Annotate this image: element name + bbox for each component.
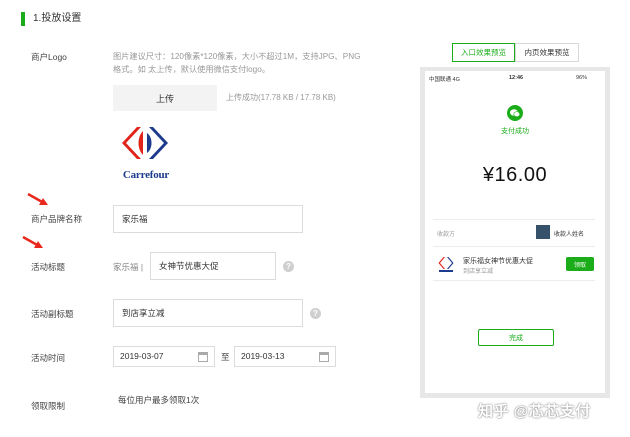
tab-inner-preview[interactable]: 内页效果预览 <box>515 43 579 62</box>
payee-name: 收款人姓名 <box>554 232 585 238</box>
section-title: 1.投放设置 <box>33 13 82 24</box>
coupon-title: 家乐福女神节优惠大促 <box>463 258 533 265</box>
logo-label: 商户Logo <box>31 52 67 62</box>
payee-label: 收款方 <box>437 232 456 238</box>
logo-hint: 图片建议尺寸：120像素*120像素，大小不超过1M，支持JPG、PNG格式。如… <box>113 52 361 74</box>
limit-value: 每位用户最多领取1次 <box>118 395 200 405</box>
end-date-value: 2019-03-13 <box>241 351 285 361</box>
carrefour-logo-icon <box>122 127 168 159</box>
calendar-icon <box>319 352 329 362</box>
start-date-value: 2019-03-07 <box>120 351 164 361</box>
carrefour-logo-icon <box>438 257 454 272</box>
calendar-icon <box>198 352 208 362</box>
help-icon[interactable]: ? <box>283 261 294 272</box>
done-button[interactable]: 完成 <box>478 329 554 346</box>
merchant-logo-image: Carrefour <box>113 121 179 183</box>
activity-title-input[interactable]: 女神节优惠大促 <box>150 252 276 280</box>
payee-avatar <box>536 225 550 239</box>
red-arrow-icon <box>27 193 48 205</box>
section-accent-bar <box>21 12 25 26</box>
payment-amount: ¥16.00 <box>482 164 548 186</box>
date-separator: 至 <box>221 352 230 362</box>
upload-status: 上传成功(17.78 KB / 17.78 KB) <box>226 93 336 102</box>
divider <box>433 246 595 247</box>
brand-label: 商户品牌名称 <box>31 214 83 224</box>
tab-entry-preview[interactable]: 入口效果预览 <box>452 43 515 62</box>
end-date-input[interactable]: 2019-03-13 <box>234 346 336 367</box>
coupon-subtitle: 到店享立减 <box>463 269 494 275</box>
limit-label: 领取限制 <box>31 401 66 411</box>
brand-name-input[interactable]: 家乐福 <box>113 205 303 233</box>
wechat-pay-icon <box>507 105 523 121</box>
activity-subtitle-input[interactable]: 到店享立减 <box>113 299 303 327</box>
title-prefix: 家乐福 | <box>113 262 144 272</box>
status-battery: 96% <box>576 75 588 81</box>
status-time: 12:46 <box>509 75 524 81</box>
title-label: 活动标题 <box>31 262 66 272</box>
status-carrier: 中国联通 4G <box>429 77 460 83</box>
claim-button[interactable]: 领取 <box>566 257 594 271</box>
divider <box>433 280 595 281</box>
time-label: 活动时间 <box>31 353 66 363</box>
help-icon[interactable]: ? <box>310 308 321 319</box>
payment-success-text: 支付成功 <box>501 128 529 135</box>
watermark-text: 知乎 @芯芯支付 <box>478 403 591 420</box>
start-date-input[interactable]: 2019-03-07 <box>113 346 215 367</box>
logo-wordmark: Carrefour <box>122 169 170 181</box>
subtitle-label: 活动副标题 <box>31 309 74 319</box>
upload-button[interactable]: 上传 <box>113 85 217 111</box>
divider <box>433 219 595 220</box>
red-arrow-icon <box>22 236 43 248</box>
